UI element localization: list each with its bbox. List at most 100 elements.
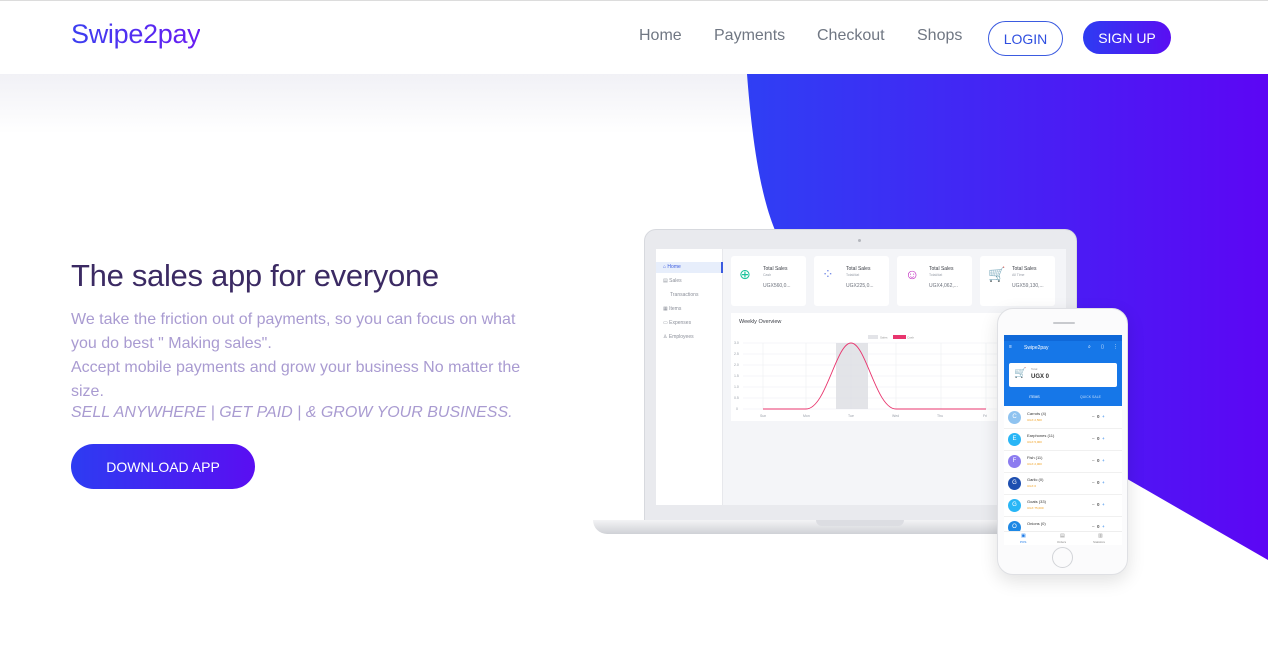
phone-total-label: Total xyxy=(1031,367,1038,371)
hero-tagline: SELL ANYWHERE | GET PAID | & GROW YOUR B… xyxy=(71,404,513,421)
stat-card: 🛒 Total Sales All Time UGX59,130,... xyxy=(980,256,1055,306)
item-price: UGX 2,500 xyxy=(1027,418,1042,422)
bottom-nav-orders: Orders xyxy=(1057,540,1067,544)
x-tick: Wed xyxy=(892,414,899,418)
stat-card-sub: Cash xyxy=(763,273,772,277)
laptop-camera xyxy=(858,239,861,242)
menu-icon: ≡ xyxy=(1009,344,1012,350)
phone-home-button xyxy=(1052,547,1073,568)
y-tick: 3.0 xyxy=(734,341,739,345)
dash-nav-label: Home xyxy=(667,264,681,270)
legend-sales: Sales xyxy=(880,336,888,340)
login-button[interactable]: LOGIN xyxy=(988,21,1063,56)
nav-home[interactable]: Home xyxy=(639,27,682,45)
item-name: Earphones (11) xyxy=(1027,433,1055,438)
trash-icon: ▯ xyxy=(1101,344,1104,350)
hero-description-line-2: Accept mobile payments and grow your bus… xyxy=(71,359,521,400)
item-avatar: G xyxy=(1008,499,1021,512)
item-price: UGX 5,000 xyxy=(1027,440,1042,444)
stat-card-value: UGX59,130,... xyxy=(1012,283,1044,289)
nav-checkout[interactable]: Checkout xyxy=(817,27,885,45)
item-avatar: F xyxy=(1008,455,1021,468)
phone-total-section: 🛒 Total UGX 0 ITEMS QUICK SALE xyxy=(1004,356,1122,406)
yen-icon: ⊕ xyxy=(739,266,751,282)
pos-app-screenshot: ≡ Swipe2pay ⌕ ▯ ⋮ 🛒 Total UGX 0 ITEMS QU… xyxy=(1004,335,1122,545)
hero-description: We take the friction out of payments, so… xyxy=(71,308,531,404)
apps-icon: ⁘ xyxy=(822,266,834,282)
dash-nav-home: ⌂ Home xyxy=(656,262,723,273)
item-qty-stepper: – 0 + xyxy=(1092,480,1105,485)
stat-card-title: Total Sales xyxy=(846,266,871,272)
item-qty: 0 xyxy=(1097,436,1100,441)
phone-total-value: UGX 0 xyxy=(1031,374,1050,380)
download-app-button[interactable]: DOWNLOAD APP xyxy=(71,444,255,489)
item-qty-stepper: – 0 + xyxy=(1092,436,1105,441)
item-name: Goats (33) xyxy=(1027,499,1046,504)
stat-card-title: Total Sales xyxy=(1012,266,1037,272)
dash-nav-label: Items xyxy=(669,306,682,312)
bottom-nav-statistics: Statistics xyxy=(1093,540,1106,544)
stat-card-sub: Total/dat xyxy=(929,273,943,277)
x-tick: Fri xyxy=(983,414,987,418)
orders-icon: ▤ xyxy=(1060,533,1065,539)
y-tick: 1.0 xyxy=(734,385,739,389)
phone-app-bar: ≡ Swipe2pay ⌕ ▯ ⋮ xyxy=(1004,341,1122,356)
dash-nav-expenses: ▭ Expenses xyxy=(663,320,692,326)
stat-card-sub: Total/dat xyxy=(846,273,860,277)
stat-card-value: UGX4,062,... xyxy=(929,283,958,289)
item-price: UGX 75,000 xyxy=(1027,506,1044,510)
item-qty-stepper: – 0 + xyxy=(1092,414,1105,419)
site-header: Swipe2pay Home Payments Checkout Shops L… xyxy=(0,1,1268,74)
item-qty-stepper: – 0 + xyxy=(1092,524,1105,529)
legend-cash: Cash xyxy=(907,336,914,340)
item-price: UGX 2,000 xyxy=(1027,462,1042,466)
stat-card: ☺ Total Sales Total/dat UGX4,062,... xyxy=(897,256,972,306)
dash-nav-sales: ▤ Sales xyxy=(663,278,682,284)
dash-nav-label: Employees xyxy=(668,334,694,340)
hero-title: The sales app for everyone xyxy=(71,258,439,293)
y-tick: 1.5 xyxy=(734,374,739,378)
nav-shops[interactable]: Shops xyxy=(917,27,962,45)
phone-mockup: ≡ Swipe2pay ⌕ ▯ ⋮ 🛒 Total UGX 0 ITEMS QU… xyxy=(997,308,1128,575)
item-qty: 0 xyxy=(1097,524,1100,529)
phone-item-row: F Fish (11) UGX 2,000 – 0 + xyxy=(1004,451,1122,473)
chat-icon: ☺ xyxy=(905,266,920,282)
dash-nav-items: ▦ Items xyxy=(663,306,682,312)
dash-nav-label: Expenses xyxy=(669,320,692,326)
y-tick: 2.5 xyxy=(734,352,739,356)
x-tick: Mon xyxy=(803,414,810,418)
item-qty-stepper: – 0 + xyxy=(1092,458,1105,463)
y-tick: 0.5 xyxy=(734,396,739,400)
item-avatar: E xyxy=(1008,433,1021,446)
phone-tab-quick-sale: QUICK SALE xyxy=(1080,395,1102,399)
item-avatar: C xyxy=(1008,411,1021,424)
dash-nav-employees: ♙ Employees xyxy=(663,334,694,340)
phone-item-row: E Earphones (11) UGX 5,000 – 0 + xyxy=(1004,429,1122,451)
phone-speaker xyxy=(1053,322,1075,324)
nav-payments[interactable]: Payments xyxy=(714,27,785,45)
item-name: Carrots (4) xyxy=(1027,411,1047,416)
item-name: Fish (11) xyxy=(1027,455,1043,460)
signup-button[interactable]: SIGN UP xyxy=(1083,21,1171,54)
item-qty: 0 xyxy=(1097,414,1100,419)
x-tick: Tue xyxy=(848,414,854,418)
statistics-icon: ▥ xyxy=(1098,533,1103,539)
phone-item-row: G Goats (33) UGX 75,000 – 0 + xyxy=(1004,495,1122,517)
stat-card: ⁘ Total Sales Total/dat UGX225,0... xyxy=(814,256,889,306)
stat-card: ⊕ Total Sales Cash UGX560,0... xyxy=(731,256,806,306)
y-tick: 2.0 xyxy=(734,363,739,367)
item-price: UGX 0 xyxy=(1027,484,1037,488)
phone-app-title: Swipe2pay xyxy=(1024,345,1049,351)
cart-icon: 🛒 xyxy=(988,266,1006,282)
phone-tab-items: ITEMS xyxy=(1029,395,1040,399)
hero-description-line-1: We take the friction out of payments, so… xyxy=(71,311,516,352)
item-qty: 0 xyxy=(1097,458,1100,463)
brand-logo[interactable]: Swipe2pay xyxy=(71,19,201,50)
bottom-nav-pos: POS xyxy=(1020,540,1027,544)
phone-total-card: 🛒 Total UGX 0 xyxy=(1009,363,1117,387)
stat-card-sub: All Time xyxy=(1012,273,1025,277)
pos-icon: ▣ xyxy=(1021,533,1026,539)
cart-icon: 🛒 xyxy=(1014,368,1027,379)
phone-bottom-nav: ▣ POS ▤ Orders ▥ Statistics xyxy=(1004,531,1122,545)
dash-nav-label: Sales xyxy=(669,278,682,284)
